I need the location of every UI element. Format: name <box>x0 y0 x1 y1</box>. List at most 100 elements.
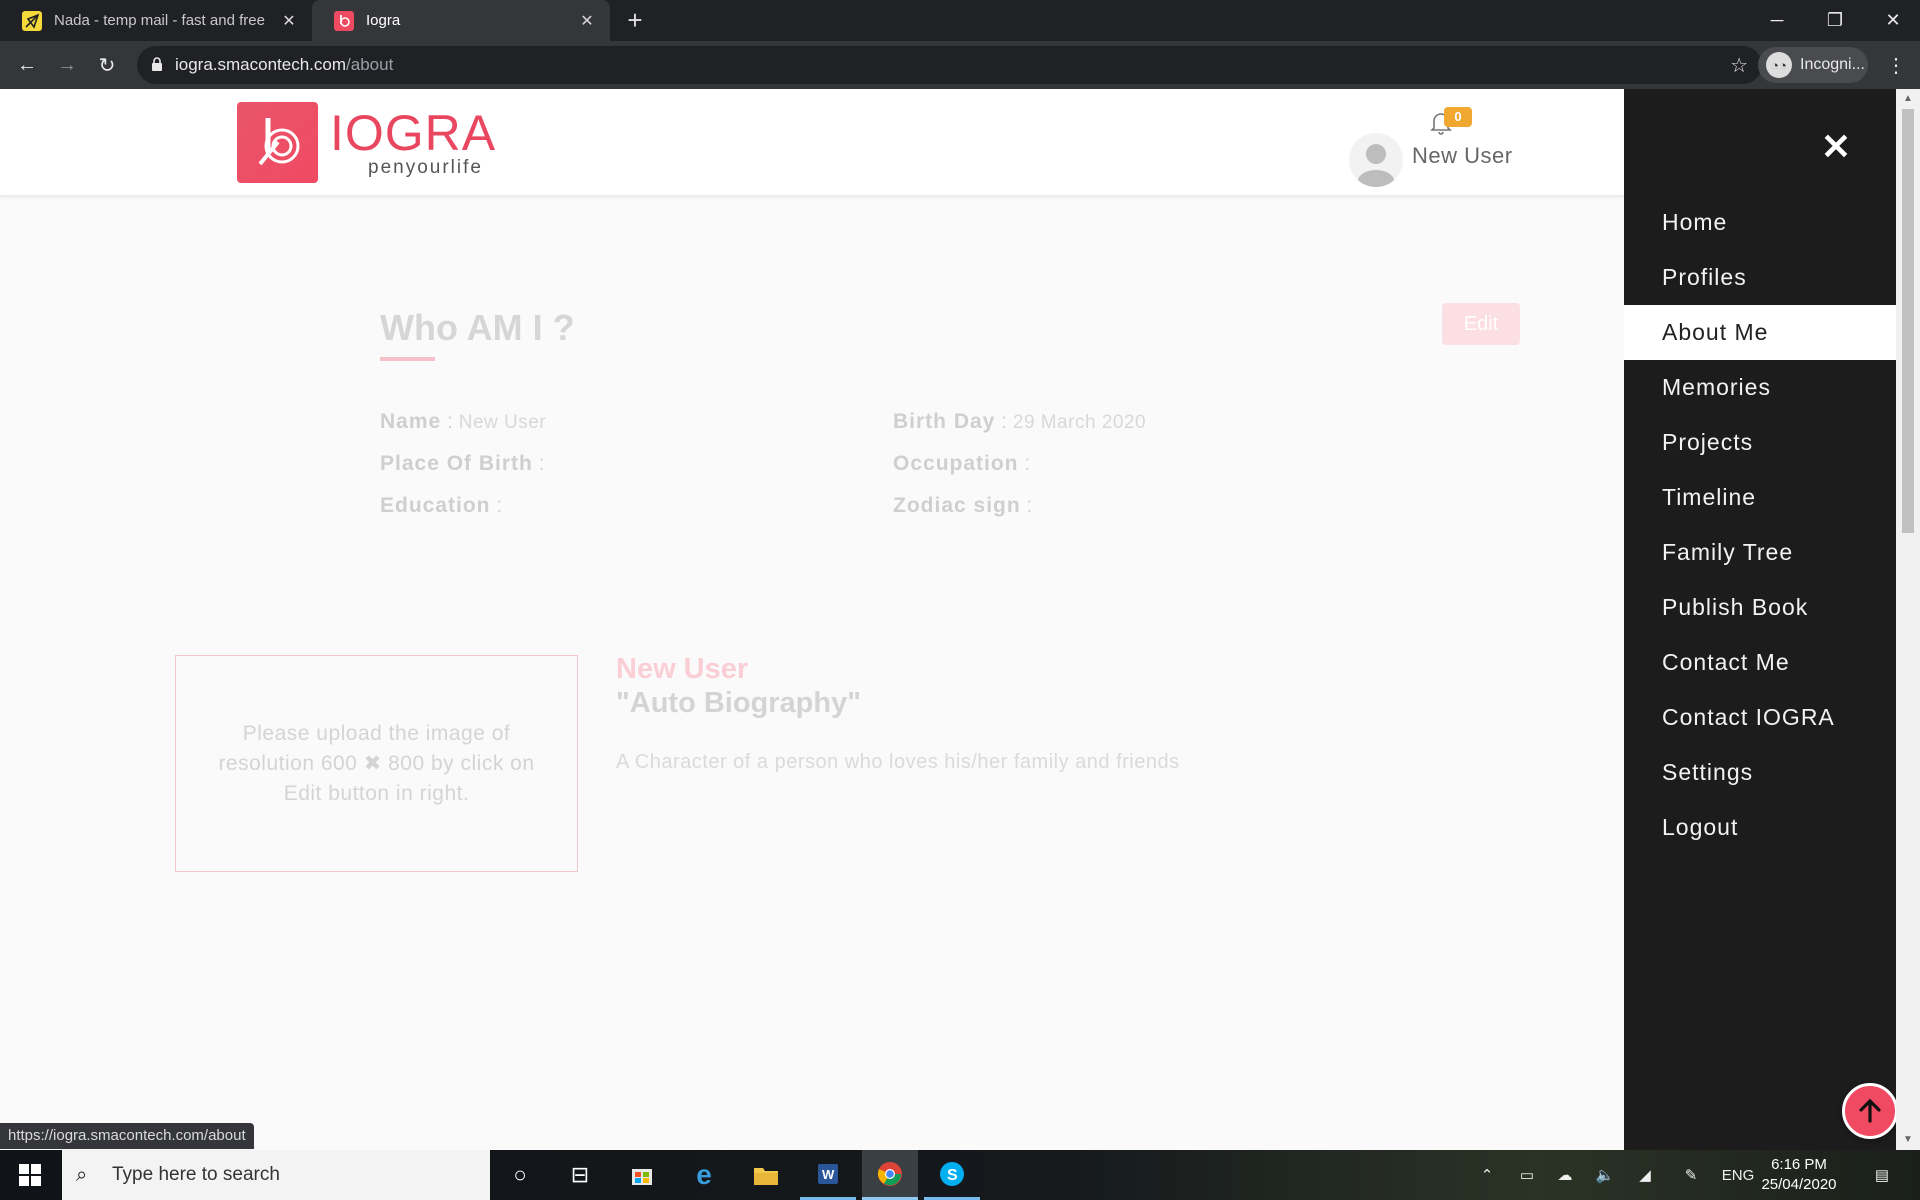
menu-item-publish-book[interactable]: Publish Book <box>1624 580 1896 635</box>
search-icon: ⌕ <box>76 1163 88 1186</box>
close-window-icon[interactable]: ✕ <box>1864 0 1920 40</box>
url-text: iogra.smacontech.com/about <box>175 55 393 75</box>
menu-item-about-me[interactable]: About Me <box>1624 305 1896 360</box>
skype-icon[interactable]: S <box>924 1150 980 1200</box>
arrow-up-icon <box>1859 1098 1881 1123</box>
info-label: Occupation <box>893 452 1019 475</box>
menu-item-family-tree[interactable]: Family Tree <box>1624 525 1896 580</box>
word-icon[interactable]: W <box>800 1150 856 1200</box>
edge-browser-icon[interactable]: e <box>676 1150 732 1200</box>
task-view-icon[interactable]: ⊟ <box>552 1150 608 1200</box>
menu-item-profiles[interactable]: Profiles <box>1624 250 1896 305</box>
minimize-icon[interactable]: ─ <box>1748 0 1806 40</box>
svg-text:W: W <box>822 1167 835 1182</box>
restore-icon[interactable]: ❐ <box>1806 0 1864 40</box>
tab-nada[interactable]: Nada - temp mail - fast and free ✕ <box>0 0 312 41</box>
info-education: Education : <box>380 494 503 517</box>
browser-tab-strip: Nada - temp mail - fast and free ✕ Iogra… <box>0 0 1920 41</box>
info-zodiac: Zodiac sign : <box>893 494 1033 517</box>
windows-taskbar: ⌕ Type here to search ○ ⊟ e W S ⌃ ▭ ☁ 🔈 … <box>0 1150 1920 1200</box>
info-birthday: Birth Day : 29 March 2020 <box>893 410 1147 433</box>
new-tab-button[interactable]: + <box>620 6 650 36</box>
side-menu: ✕ Home Profiles About Me Memories Projec… <box>1624 89 1896 1150</box>
bio-title: "Auto Biography" <box>616 687 861 719</box>
info-label: Birth Day <box>893 410 996 433</box>
iogra-pen-logo-icon <box>237 101 318 183</box>
title-underline <box>380 357 435 361</box>
info-label: Zodiac sign <box>893 494 1021 517</box>
info-value: New User <box>458 412 547 433</box>
menu-item-home[interactable]: Home <box>1624 195 1896 250</box>
header-user-name[interactable]: New User <box>1412 143 1513 169</box>
profile-label: Incogni... <box>1800 56 1865 73</box>
info-place-of-birth: Place Of Birth : <box>380 452 545 475</box>
url-path: /about <box>346 55 394 74</box>
page-content: IOGRA penyourlife 0 New User Who AM I ? … <box>0 89 1624 1150</box>
edit-button[interactable]: Edit <box>1442 303 1520 345</box>
scrollbar-thumb[interactable] <box>1902 109 1914 533</box>
close-tab-icon[interactable]: ✕ <box>576 11 598 31</box>
info-label: Name <box>380 410 442 433</box>
bio-user-name: New User <box>616 653 749 685</box>
wifi-icon[interactable]: ◢ <box>1630 1150 1660 1200</box>
language-indicator[interactable]: ENG <box>1718 1150 1758 1200</box>
menu-item-logout[interactable]: Logout <box>1624 800 1896 855</box>
incognito-profile-button[interactable]: ◔◔ Incogni... <box>1758 47 1868 83</box>
svg-text:S: S <box>947 1167 958 1184</box>
tab-iogra[interactable]: Iogra ✕ <box>312 0 610 41</box>
tray-overflow-chevron-icon[interactable]: ⌃ <box>1472 1150 1502 1200</box>
scroll-to-top-button[interactable] <box>1842 1083 1898 1139</box>
scroll-down-arrow-icon[interactable]: ▼ <box>1896 1130 1920 1150</box>
taskbar-search-box[interactable]: ⌕ Type here to search <box>62 1150 490 1200</box>
scroll-up-arrow-icon[interactable]: ▲ <box>1896 89 1920 109</box>
browser-menu-icon[interactable]: ⋮ <box>1880 49 1912 81</box>
info-label: Place Of Birth <box>380 452 533 475</box>
lock-icon <box>151 56 171 74</box>
info-name: Name : New User <box>380 410 547 433</box>
file-explorer-icon[interactable] <box>738 1150 794 1200</box>
site-logo[interactable]: IOGRA penyourlife <box>237 101 507 183</box>
close-tab-icon[interactable]: ✕ <box>278 11 300 31</box>
back-icon[interactable]: ← <box>11 49 43 81</box>
info-occupation: Occupation : <box>893 452 1031 475</box>
clock-date: 25/04/2020 <box>1761 1176 1837 1193</box>
menu-item-projects[interactable]: Projects <box>1624 415 1896 470</box>
menu-item-settings[interactable]: Settings <box>1624 745 1896 800</box>
chrome-icon[interactable] <box>862 1150 918 1200</box>
menu-item-memories[interactable]: Memories <box>1624 360 1896 415</box>
pen-workspace-icon[interactable]: ✎ <box>1676 1150 1706 1200</box>
close-menu-icon[interactable]: ✕ <box>1816 126 1856 167</box>
site-header: IOGRA penyourlife 0 New User <box>0 89 1624 197</box>
cortana-icon[interactable]: ○ <box>492 1150 548 1200</box>
microsoft-store-icon[interactable] <box>614 1150 670 1200</box>
volume-icon[interactable]: 🔈 <box>1590 1150 1620 1200</box>
page-scrollbar[interactable]: ▲ ▼ <box>1896 89 1920 1150</box>
menu-item-timeline[interactable]: Timeline <box>1624 470 1896 525</box>
onedrive-cloud-icon[interactable]: ☁ <box>1550 1150 1580 1200</box>
battery-icon[interactable]: ▭ <box>1512 1150 1542 1200</box>
browser-toolbar: ← → ↻ iogra.smacontech.com/about ☆ ◔◔ In… <box>0 41 1920 89</box>
upload-hint-text: Please upload the image of resolution 60… <box>218 721 535 805</box>
link-status-bar: https://iogra.smacontech.com/about <box>0 1123 254 1149</box>
menu-item-contact-iogra[interactable]: Contact IOGRA <box>1624 690 1896 745</box>
address-bar[interactable]: iogra.smacontech.com/about ☆ <box>137 46 1762 84</box>
tab-title: Nada - temp mail - fast and free <box>54 12 265 29</box>
url-host: iogra.smacontech.com <box>175 55 347 74</box>
menu-item-contact-me[interactable]: Contact Me <box>1624 635 1896 690</box>
image-upload-placeholder: Please upload the image of resolution 60… <box>175 655 578 872</box>
tab-title: Iogra <box>366 12 401 29</box>
bookmark-star-icon[interactable]: ☆ <box>1730 53 1748 78</box>
incognito-icon: ◔◔ <box>1766 52 1792 78</box>
iogra-logo-icon <box>334 10 354 31</box>
action-center-icon[interactable]: ▤ <box>1864 1150 1900 1200</box>
clock-time: 6:16 PM <box>1771 1156 1827 1173</box>
info-value: 29 March 2020 <box>1012 412 1147 433</box>
forward-icon[interactable]: → <box>51 49 83 81</box>
bio-description: A Character of a person who loves his/he… <box>616 751 1180 773</box>
reload-icon[interactable]: ↻ <box>91 49 123 81</box>
logo-title: IOGRA <box>330 104 497 161</box>
taskbar-clock[interactable]: 6:16 PM 25/04/2020 <box>1756 1155 1842 1195</box>
windows-start-icon[interactable] <box>0 1150 60 1200</box>
info-label: Education <box>380 494 491 517</box>
user-avatar[interactable] <box>1349 133 1403 187</box>
